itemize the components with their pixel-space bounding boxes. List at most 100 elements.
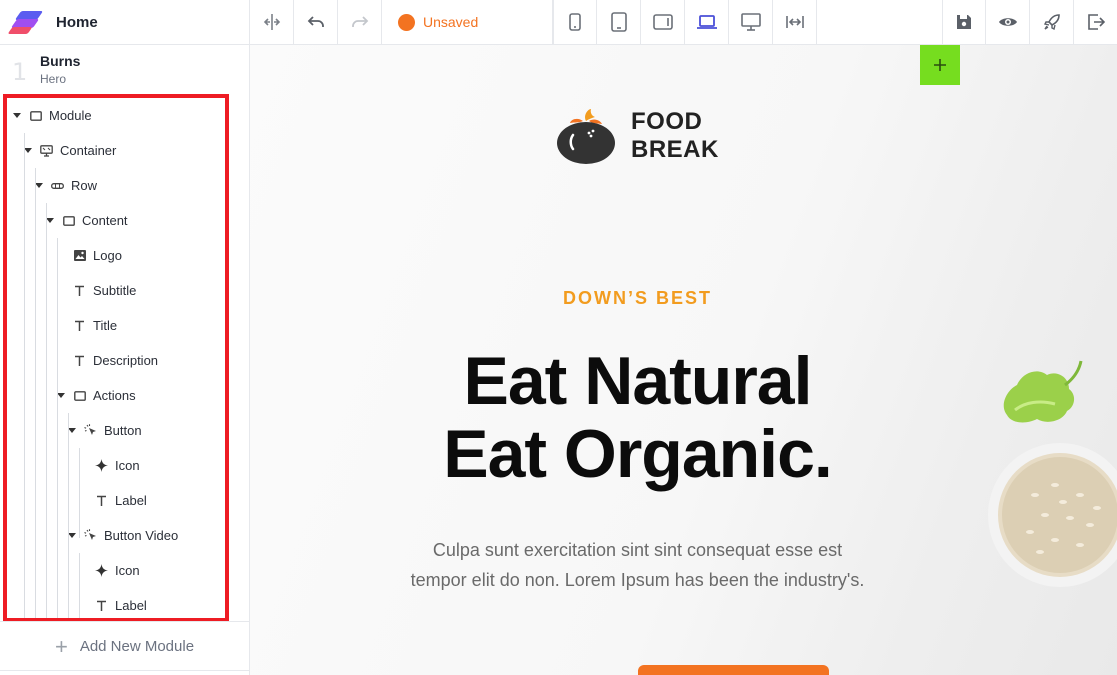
tree-item-title[interactable]: Title bbox=[57, 308, 117, 343]
add-new-module-button[interactable]: + Add New Module bbox=[0, 621, 249, 671]
add-new-module-label: Add New Module bbox=[79, 638, 195, 655]
tree-item-label: Title bbox=[93, 318, 118, 333]
preview-button[interactable] bbox=[986, 0, 1030, 44]
caret-down-icon[interactable] bbox=[57, 393, 65, 398]
tree-item-label[interactable]: Label bbox=[79, 483, 147, 518]
tree-item-label: Container bbox=[60, 143, 117, 158]
device-tablet-landscape-button[interactable] bbox=[641, 0, 685, 44]
tree-guide-line bbox=[79, 553, 80, 618]
tree-item-label[interactable]: Label bbox=[79, 588, 147, 618]
status-dot-icon bbox=[398, 13, 415, 31]
tree-item-subtitle[interactable]: Subtitle bbox=[57, 273, 136, 308]
device-desktop-button[interactable] bbox=[729, 0, 773, 44]
structure-sidebar: Home 1 Burns Hero Module Container Row Cont… bbox=[0, 0, 250, 675]
tree-item-logo[interactable]: Logo bbox=[57, 238, 122, 273]
brand-line-1: FOOD bbox=[631, 108, 703, 135]
text-icon bbox=[73, 319, 86, 332]
structure-tree-panel: Module Container Row Content Logo Subtitle Tit… bbox=[3, 94, 229, 622]
tree-guide-line bbox=[79, 448, 80, 538]
tree-guide-line bbox=[24, 133, 25, 618]
page-canvas: FOOD BREAK DOWN’S BEST Eat Natural Eat O… bbox=[250, 45, 1117, 675]
save-icon bbox=[957, 15, 971, 29]
add-section-button[interactable] bbox=[920, 45, 960, 85]
lettuce-image bbox=[1003, 360, 1083, 423]
caret-down-icon[interactable] bbox=[13, 113, 21, 118]
tree-item-icon[interactable]: Icon bbox=[79, 553, 140, 588]
redo-button[interactable] bbox=[338, 0, 382, 44]
caret-down-icon[interactable] bbox=[68, 428, 76, 433]
caret-down-icon[interactable] bbox=[46, 218, 54, 223]
tree-item-module[interactable]: Module bbox=[13, 98, 92, 133]
hero-primary-button[interactable] bbox=[638, 665, 829, 675]
undo-button[interactable] bbox=[294, 0, 338, 44]
square-icon bbox=[73, 389, 86, 402]
page-template-name: Hero bbox=[40, 72, 67, 86]
brand-wordmark: FOOD BREAK bbox=[631, 108, 719, 164]
tree-item-label: Label bbox=[115, 493, 147, 508]
rocket-icon bbox=[1043, 14, 1060, 31]
redo-icon bbox=[351, 16, 368, 27]
hero-description[interactable]: Culpa sunt exercitation sint sint conseq… bbox=[410, 535, 865, 595]
plus-icon: + bbox=[54, 633, 68, 659]
save-button[interactable] bbox=[942, 0, 986, 44]
page-info[interactable]: 1 Burns Hero bbox=[0, 45, 249, 95]
caret-down-icon[interactable] bbox=[35, 183, 43, 188]
tree-item-label: Subtitle bbox=[93, 283, 137, 298]
mobile-icon bbox=[569, 13, 581, 31]
device-tablet-button[interactable] bbox=[597, 0, 641, 44]
hero-subtitle[interactable]: DOWN’S BEST bbox=[250, 288, 1025, 309]
tree-item-label: Description bbox=[93, 353, 159, 368]
tree-item-label: Icon bbox=[115, 458, 140, 473]
tree-item-label: Label bbox=[115, 598, 147, 613]
save-status: Unsaved bbox=[382, 0, 553, 44]
sidebar-header: Home bbox=[0, 0, 249, 45]
caret-down-icon[interactable] bbox=[68, 533, 76, 538]
tree-item-icon[interactable]: Icon bbox=[79, 448, 140, 483]
hero-title-line-2: Eat Organic. bbox=[443, 416, 833, 492]
exit-icon bbox=[1088, 14, 1105, 30]
tree-item-button[interactable]: Button bbox=[68, 413, 142, 448]
device-fullwidth-button[interactable] bbox=[773, 0, 817, 44]
image-icon bbox=[73, 249, 86, 262]
tree-item-label: Icon bbox=[115, 563, 140, 578]
caret-down-icon[interactable] bbox=[24, 148, 32, 153]
text-icon bbox=[95, 599, 108, 612]
device-laptop-button[interactable] bbox=[685, 0, 729, 44]
resize-toggle-button[interactable] bbox=[250, 0, 294, 44]
tree-item-description[interactable]: Description bbox=[57, 343, 158, 378]
hero-title-line-1: Eat Natural bbox=[463, 343, 813, 419]
eye-icon bbox=[998, 18, 1017, 26]
app-logo-icon[interactable] bbox=[7, 9, 46, 35]
monitor-icon bbox=[40, 144, 53, 157]
tree-item-label: Logo bbox=[93, 248, 122, 263]
tree-guide-line bbox=[68, 413, 69, 618]
tree-item-container[interactable]: Container bbox=[24, 133, 116, 168]
tablet-icon bbox=[610, 12, 627, 32]
tree-guide-line bbox=[46, 203, 47, 618]
hero-title[interactable]: Eat Natural Eat Organic. bbox=[250, 345, 1025, 491]
builder-app: Home 1 Burns Hero Module Container Row Cont… bbox=[0, 0, 1117, 675]
text-icon bbox=[73, 284, 86, 297]
tree-guide-line bbox=[35, 168, 36, 618]
save-status-label: Unsaved bbox=[423, 14, 479, 30]
plus-icon bbox=[934, 59, 946, 71]
hero-logo[interactable]: FOOD BREAK bbox=[555, 105, 719, 167]
tree-item-row[interactable]: Row bbox=[35, 168, 97, 203]
tree-item-content[interactable]: Content bbox=[46, 203, 128, 238]
publish-button[interactable] bbox=[1030, 0, 1074, 44]
brand-line-2: BREAK bbox=[631, 136, 719, 163]
tree-item-label: Content bbox=[82, 213, 128, 228]
exit-button[interactable] bbox=[1074, 0, 1117, 44]
square-icon bbox=[29, 109, 42, 122]
sparkle-icon bbox=[95, 564, 108, 577]
page-number: 1 bbox=[12, 58, 28, 86]
laptop-icon bbox=[696, 15, 717, 29]
tree-item-label: Button bbox=[104, 423, 142, 438]
tree-item-actions[interactable]: Actions bbox=[57, 378, 136, 413]
home-title[interactable]: Home bbox=[56, 14, 98, 31]
pointer-click-icon bbox=[84, 529, 97, 542]
tree-item-label: Row bbox=[71, 178, 98, 193]
device-mobile-button[interactable] bbox=[553, 0, 597, 44]
row-icon bbox=[51, 179, 64, 192]
tree-item-button-video[interactable]: Button Video bbox=[68, 518, 178, 553]
